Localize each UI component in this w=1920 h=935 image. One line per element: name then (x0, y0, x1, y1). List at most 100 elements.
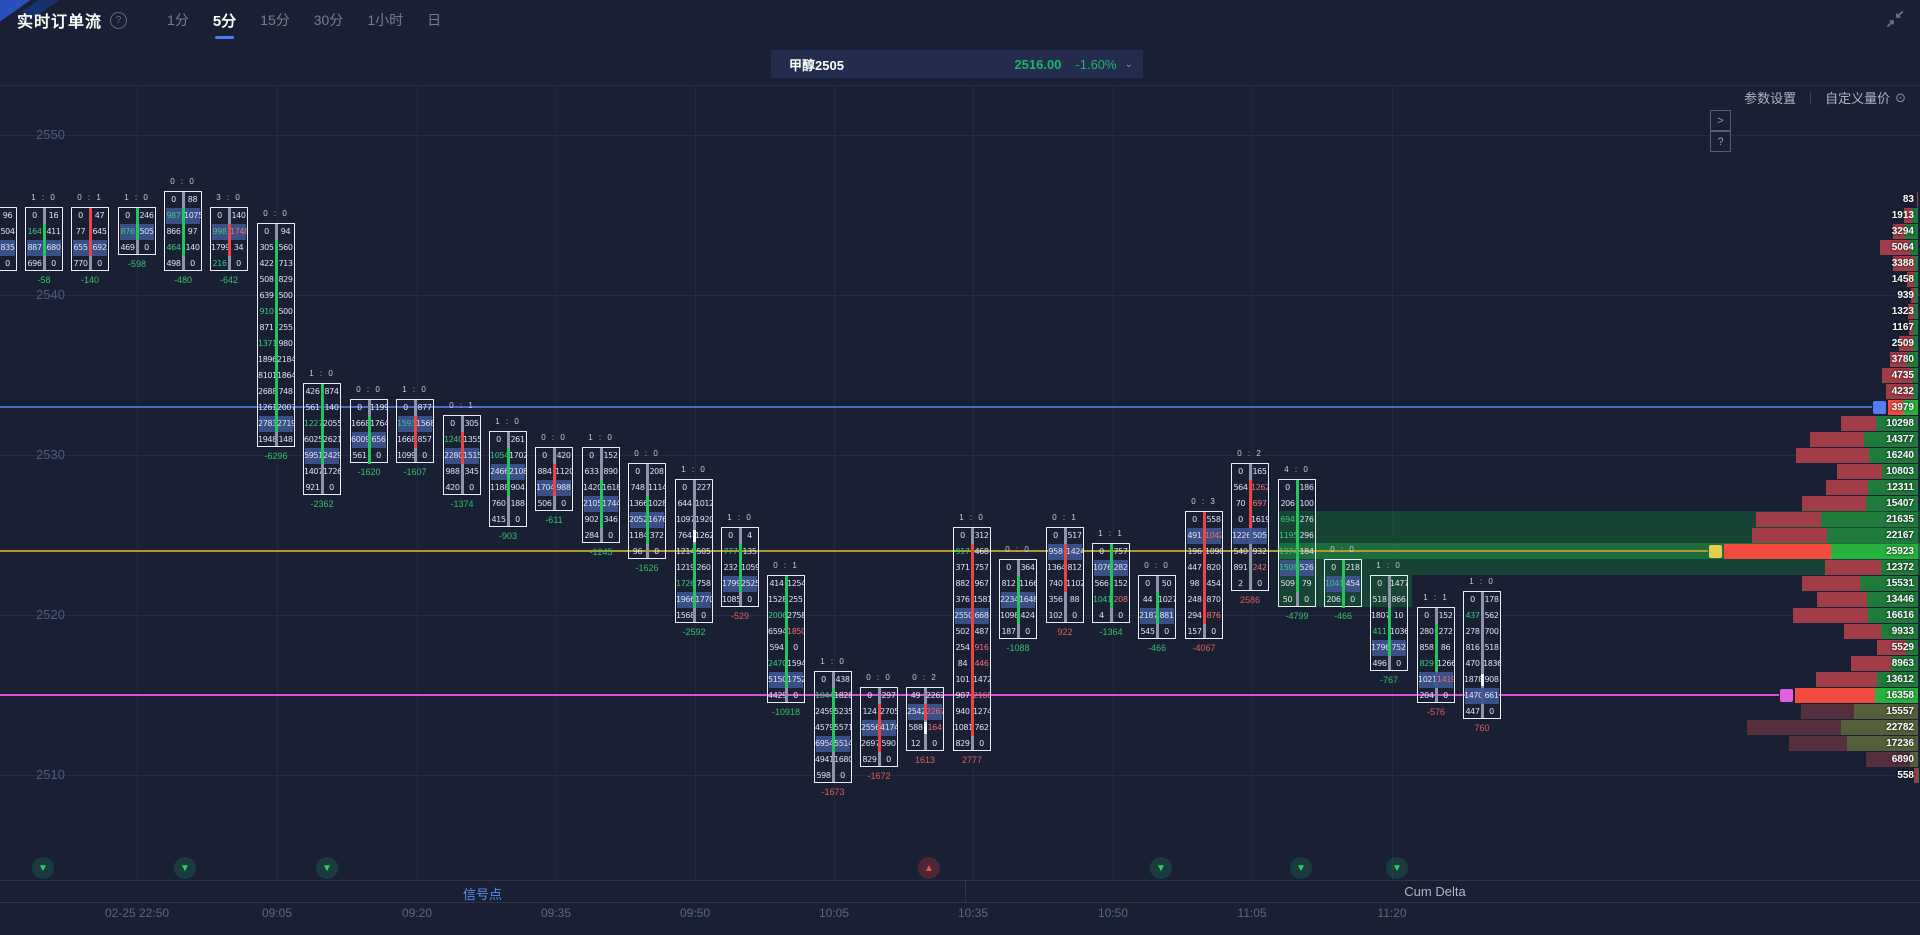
ask-volume-cell: 454 (1205, 576, 1222, 592)
bid-volume-cell: 1219 (676, 560, 693, 576)
bid-volume-cell: 506 (536, 496, 553, 512)
ask-volume-cell: 50 (1158, 576, 1175, 592)
param-settings-button[interactable]: 参数设置 (1744, 88, 1796, 107)
ask-volume-cell: 2705 (880, 704, 897, 720)
ask-volume-cell: 1042 (1205, 528, 1222, 544)
stacked-imbalance-ratio: 1 : 0 (571, 433, 631, 442)
ask-volume-cell: 246 (138, 208, 155, 224)
ask-volume-cell: 446 (973, 656, 990, 672)
bid-volume-cell: 545 (1139, 624, 1156, 640)
price-axis-label: 2530 (36, 447, 65, 462)
bid-volume-cell: 44 (1139, 592, 1156, 608)
bid-volume-cell: 470 (1464, 656, 1481, 672)
ask-volume-cell: 661 (1483, 688, 1500, 704)
tab-timeframe-0[interactable]: 1分 (167, 6, 189, 35)
tab-timeframe-2[interactable]: 15分 (260, 6, 290, 35)
profile-volume-value: 3780 (1892, 352, 1914, 367)
signal-marker-down[interactable]: ▼ (1386, 857, 1408, 879)
tab-timeframe-1[interactable]: 5分 (213, 6, 236, 35)
signal-marker-up[interactable]: ▲ (918, 857, 940, 879)
stacked-imbalance-ratio: 1 : 0 (107, 193, 167, 202)
ask-volume-cell: 297 (880, 688, 897, 704)
profile-sell-bar (1816, 672, 1877, 687)
bid-volume-cell: 2 (1232, 576, 1249, 592)
signal-marker-down[interactable]: ▼ (1290, 857, 1312, 879)
bid-volume-cell: 96 (629, 544, 646, 560)
bid-volume-cell: 777 (722, 544, 739, 560)
profile-volume-value: 5529 (1892, 640, 1914, 655)
tab-timeframe-3[interactable]: 30分 (314, 6, 344, 35)
bid-volume-cell: 561 (304, 400, 321, 416)
ask-volume-cell: 526 (1298, 560, 1315, 576)
profile-volume-value: 9933 (1892, 624, 1914, 639)
collapse-icon[interactable] (1884, 8, 1906, 30)
ask-volume-cell: 0 (370, 448, 387, 464)
bid-volume-cell: 866 (165, 224, 182, 240)
signal-marker-down[interactable]: ▼ (316, 857, 338, 879)
signal-marker-down[interactable]: ▼ (32, 857, 54, 879)
bid-volume-cell: 1528 (768, 592, 785, 608)
ask-volume-cell: 140 (230, 208, 247, 224)
signal-marker-down[interactable]: ▼ (174, 857, 196, 879)
profile-volume-value: 939 (1897, 288, 1914, 303)
ask-volume-cell: 904 (509, 480, 526, 496)
ask-volume-cell: 890 (602, 464, 619, 480)
page-title: 实时订单流 (17, 8, 102, 32)
ask-volume-cell: 980 (277, 336, 294, 352)
bid-volume-cell: 206 (1279, 496, 1296, 512)
profile-sell-bar (1752, 528, 1827, 543)
tab-timeframe-5[interactable]: 日 (427, 6, 441, 35)
tab-timeframe-4[interactable]: 1小时 (367, 6, 403, 35)
bid-volume-cell: 0 (583, 448, 600, 464)
candle-delta-label: -576 (1401, 707, 1471, 717)
expand-panel-button[interactable]: > (1710, 110, 1731, 131)
bid-volume-cell: 770 (72, 256, 89, 272)
ask-volume-cell: 988 (555, 480, 572, 496)
bid-volume-cell: 561 (351, 448, 368, 464)
footprint-candle: 0227644101210971920764126212145051219260… (675, 479, 713, 623)
signal-panel-label[interactable]: 信号点 (0, 884, 965, 903)
ask-volume-cell: 164 (926, 720, 943, 736)
bid-volume-cell: 518 (1371, 592, 1388, 608)
ask-volume-cell: 876 (1205, 608, 1222, 624)
ask-volume-cell: 1702 (509, 448, 526, 464)
footprint-candle: 0438104418282459523545795571695455144941… (814, 671, 852, 783)
profile-sell-bar (1796, 448, 1869, 463)
stacked-imbalance-ratio: 0 : 0 (246, 209, 306, 218)
price-gridline (0, 775, 1920, 776)
band-top-line (0, 880, 1920, 881)
candle-delta-label: -1626 (612, 563, 682, 573)
footprint-candle: 05044102721878815450 (1138, 575, 1176, 639)
ask-volume-cell: 255 (277, 320, 294, 336)
profile-buy-bar (1914, 304, 1918, 319)
ask-volume-cell: 1680 (834, 752, 851, 768)
bid-volume-cell: 0 (165, 192, 182, 208)
profile-volume-value: 2509 (1892, 336, 1914, 351)
bid-volume-cell: 1668 (351, 416, 368, 432)
bid-volume-cell: 0 (397, 400, 414, 416)
panel-help-button[interactable]: ? (1710, 131, 1731, 152)
custom-volume-price-button[interactable]: 自定义量价 ⊙ (1825, 88, 1906, 107)
profile-volume-value: 558 (1897, 768, 1914, 783)
time-axis-label: 09:05 (262, 906, 292, 920)
stacked-imbalance-ratio: 1 : 1 (1406, 593, 1466, 602)
candle-delta-label: -2362 (287, 499, 357, 509)
profile-buy-bar (1915, 256, 1918, 271)
help-icon[interactable]: ? (110, 12, 127, 29)
profile-volume-value: 8963 (1892, 656, 1914, 671)
bid-volume-cell: 4941 (815, 752, 832, 768)
bid-volume-cell: 157 (1186, 624, 1203, 640)
bid-volume-cell: 2234 (1000, 592, 1017, 608)
chevron-down-icon[interactable]: ⌄ (1125, 59, 1133, 70)
cum-delta-panel-label[interactable]: Cum Delta (965, 884, 1905, 899)
footprint-candle: 0312917468371757882967376158125506685024… (953, 527, 991, 751)
price-axis-label: 2510 (36, 767, 65, 782)
ask-volume-cell: 0 (648, 544, 665, 560)
bid-volume-cell: 829 (861, 752, 878, 768)
instrument-selector[interactable]: 甲醇2505 2516.00 -1.60% ⌄ (771, 50, 1143, 78)
profile-volume-value: 3979 (1892, 400, 1914, 415)
ask-volume-cell: 1619 (1251, 512, 1268, 528)
ask-volume-cell: 812 (1066, 560, 1083, 576)
ask-volume-cell: 2007 (277, 400, 294, 416)
signal-marker-down[interactable]: ▼ (1150, 857, 1172, 879)
